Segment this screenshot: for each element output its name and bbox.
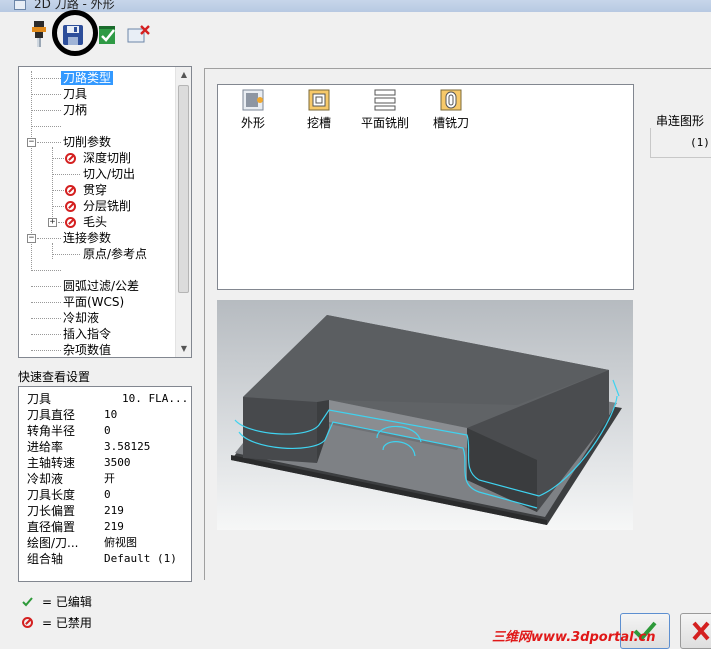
checkmark-icon <box>22 597 33 607</box>
toolpath-type-slot-mill[interactable]: 槽铣刀 <box>416 89 486 131</box>
slot-mill-icon <box>440 89 462 111</box>
pocket-icon <box>308 89 330 111</box>
toolpath-preview <box>217 300 633 530</box>
tree-item-coolant[interactable]: 冷却液 <box>61 310 101 326</box>
cancel-button[interactable] <box>680 613 711 649</box>
tree-item-toolpath-type[interactable]: 刀路类型 <box>61 70 114 86</box>
tree-item-link-params[interactable]: 连接参数 <box>61 230 113 246</box>
tree-scrollbar[interactable]: ▲ ▼ <box>175 67 191 357</box>
disabled-icon <box>65 201 76 212</box>
tree-item-holder[interactable]: 刀柄 <box>61 102 89 118</box>
tree-item-cut-params[interactable]: 切削参数 <box>61 134 113 150</box>
toolpath-type-list: 外形 挖槽 平面铣削 槽铣刀 <box>217 84 634 290</box>
scroll-down-icon[interactable]: ▼ <box>176 341 191 357</box>
delete-icon[interactable] <box>126 20 152 50</box>
tree-item-arc-filter[interactable]: 圆弧过滤/公差 <box>61 278 141 294</box>
tree-item-canned-text[interactable]: 插入指令 <box>61 326 113 342</box>
quick-view-panel: 刀具 10. FLA... 刀具直径 10 转角半径 0 进给率 3.58125 主轴转… <box>18 386 192 582</box>
disabled-icon <box>22 617 33 628</box>
apply-icon[interactable] <box>94 20 120 50</box>
scroll-thumb[interactable] <box>178 85 189 293</box>
watermark: 三维网www.3dportal.cn <box>492 630 656 645</box>
tree-item-multi-passes[interactable]: 分层铣削 <box>81 198 133 214</box>
tree-item-lead-in-out[interactable]: 切入/切出 <box>81 166 137 182</box>
tree-item-misc-values[interactable]: 杂项数值 <box>61 342 113 357</box>
window-title: 2D 刀路 - 外形 <box>34 0 115 11</box>
chain-label: 串连图形 <box>656 114 705 128</box>
collapse-cut-params-icon[interactable]: − <box>27 138 36 147</box>
tree-item-tool[interactable]: 刀具 <box>61 86 89 102</box>
chain-count: (1) <box>690 136 710 149</box>
disabled-icon <box>65 217 76 228</box>
toolpath-type-facing[interactable]: 平面铣削 <box>350 89 420 131</box>
tree-item-break-through[interactable]: 贯穿 <box>81 182 109 198</box>
quick-view-title: 快速查看设置 <box>18 370 91 384</box>
window-icon <box>14 0 26 10</box>
tree-item-planes[interactable]: 平面(WCS) <box>61 294 126 310</box>
parameter-tree: − + − 刀路类型 刀具 刀柄 切削参数 深度切削 切入/切出 贯穿 分层铣削… <box>18 66 192 358</box>
tree-item-home-ref[interactable]: 原点/参考点 <box>81 246 149 262</box>
cancel-x-icon <box>692 621 710 641</box>
save-icon[interactable] <box>60 20 86 50</box>
toolbar <box>0 12 711 60</box>
scroll-up-icon[interactable]: ▲ <box>176 67 191 83</box>
toolpath-type-contour[interactable]: 外形 <box>218 89 288 131</box>
expand-burr-icon[interactable]: + <box>48 218 57 227</box>
title-bar: 2D 刀路 - 外形 <box>0 0 711 12</box>
contour-icon <box>242 89 264 111</box>
facing-icon <box>374 89 396 111</box>
part-preview-image <box>231 315 622 525</box>
tool-icon[interactable] <box>26 20 52 50</box>
tree-item-tabs[interactable]: 毛头 <box>81 214 109 230</box>
disabled-icon <box>65 185 76 196</box>
disabled-icon <box>65 153 76 164</box>
collapse-link-params-icon[interactable]: − <box>27 234 36 243</box>
tree-item-depth-cuts[interactable]: 深度切削 <box>81 150 133 166</box>
toolpath-type-pocket[interactable]: 挖槽 <box>284 89 354 131</box>
